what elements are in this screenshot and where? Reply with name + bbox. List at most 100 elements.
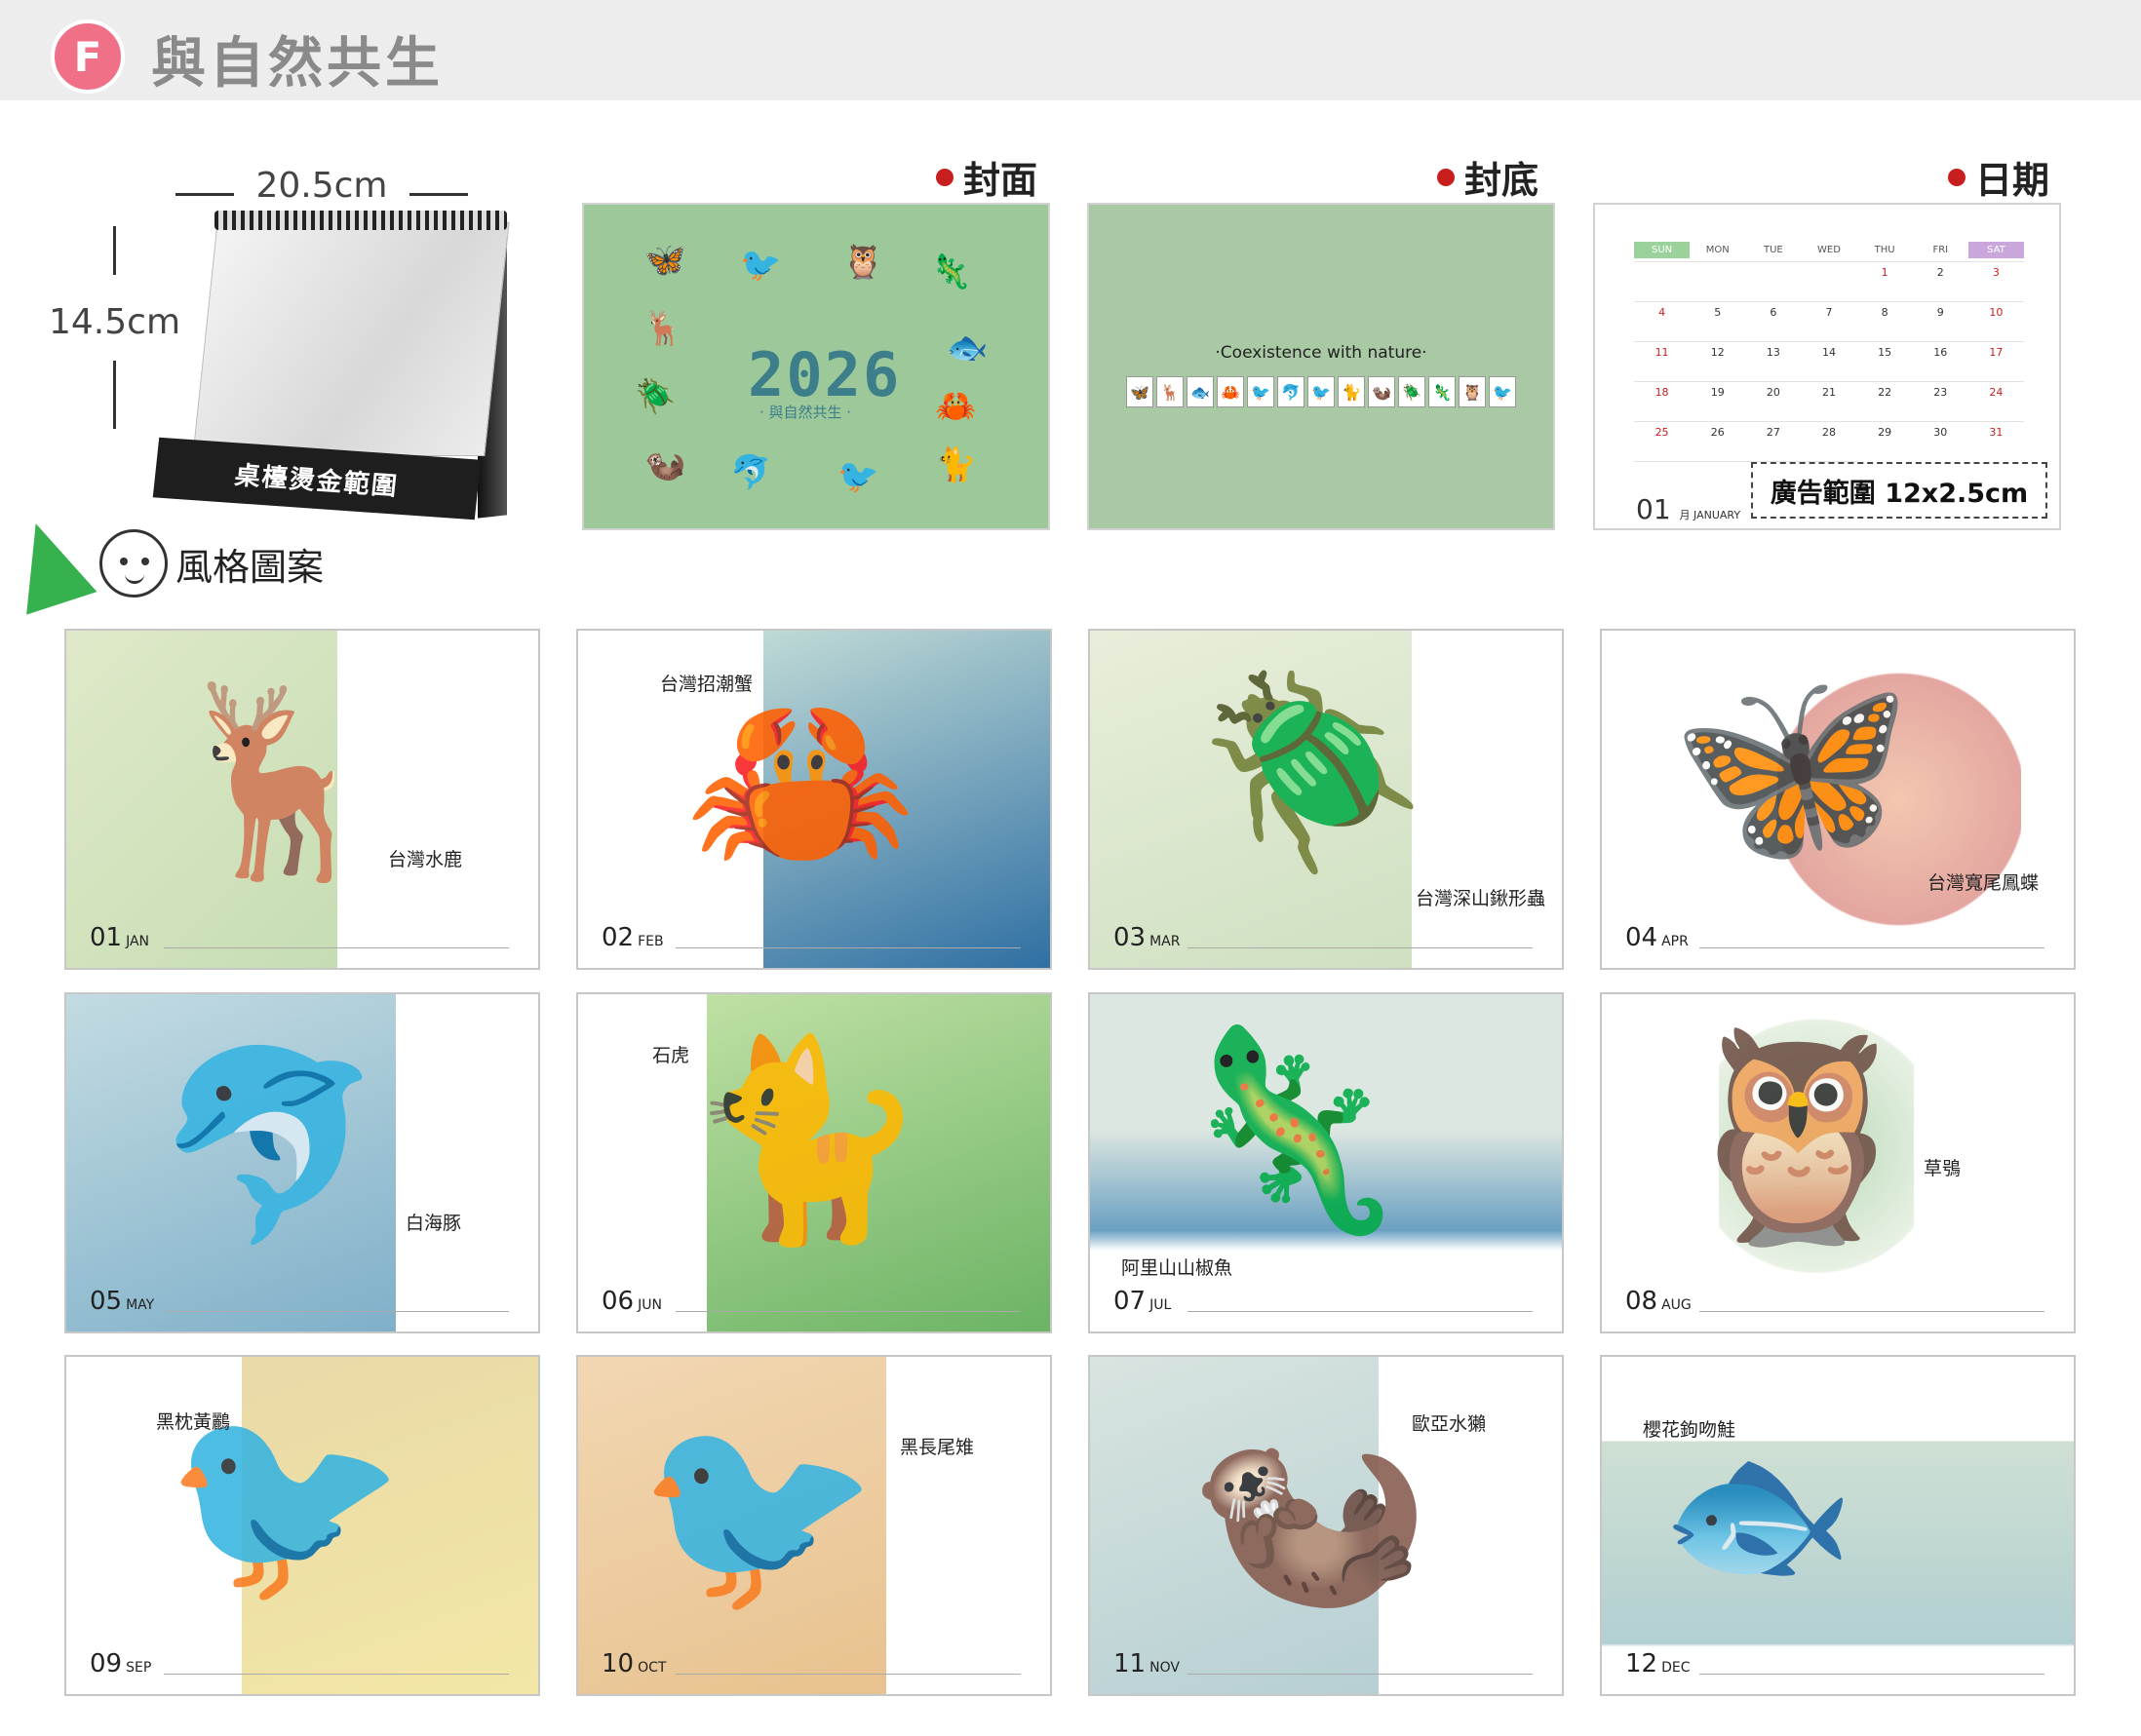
front-cover-label: 封面 — [936, 150, 1037, 204]
dolphin-icon: 🐬 — [154, 1037, 385, 1253]
animal-name: 櫻花鉤吻鮭 — [1643, 1419, 1736, 1441]
back-cover: ·Coexistence with nature· 🦋 🦌 🐟 🦀 🐦 🐬 🐦 … — [1087, 203, 1555, 530]
owl-icon: 🦉 — [842, 243, 884, 282]
weekday-sat: SAT — [1967, 242, 2024, 258]
day-strip — [1699, 927, 2044, 948]
red-dot-icon — [1437, 168, 1455, 186]
month-card-feb: 🦀 台灣招潮蟹 02 FEB — [576, 629, 1052, 970]
date-month-label: 01 月 JANUARY — [1636, 493, 1741, 525]
day-cell: 22 — [1856, 381, 1913, 421]
bird-icon: 🐦 — [1247, 376, 1274, 407]
day-strip — [1187, 927, 1533, 948]
fish-icon: 🐟 — [1187, 376, 1214, 407]
day-cell: 9 — [1912, 301, 1968, 341]
beetle-icon: 🪲 — [635, 377, 677, 416]
page-title: 與自然共生 — [151, 32, 444, 96]
day-cell: 3 — [1967, 261, 2024, 301]
month-label: 09 SEP — [90, 1649, 152, 1678]
animal-strip: 🦋 🦌 🐟 🦀 🐦 🐬 🐦 🐈 🦦 🪲 🦎 🦉 🐦 — [1126, 376, 1516, 407]
day-cell: 18 — [1634, 381, 1691, 421]
month-card-apr: 🦋 台灣寬尾鳳蝶 04 APR — [1600, 629, 2076, 970]
month-card-aug: 🦉 草鴞 08 AUG — [1600, 992, 2076, 1333]
width-dimension: 20.5cm — [175, 166, 468, 206]
otter-icon: 🦦 — [1187, 1399, 1431, 1626]
month-label: 10 OCT — [602, 1649, 667, 1678]
red-dot-icon — [1948, 168, 1966, 186]
animal-name: 歐亞水獺 — [1412, 1413, 1487, 1435]
day-cell: 6 — [1745, 301, 1802, 341]
section-badge: F — [51, 19, 125, 94]
month-card-jun: 🐈 石虎 06 JUN — [576, 992, 1052, 1333]
month-card-mar: 🪲 台灣深山鍬形蟲 03 MAR — [1088, 629, 1564, 970]
day-cell: 28 — [1801, 421, 1857, 461]
animal-name: 台灣招潮蟹 — [660, 674, 754, 695]
month-card-jul: 🦎 阿里山山椒魚 07 JUL — [1088, 992, 1564, 1333]
month-label: 04 APR — [1625, 923, 1689, 952]
pheasant-icon: 🐦 — [1489, 376, 1516, 407]
day-cell: 7 — [1801, 301, 1857, 341]
day-strip — [676, 927, 1021, 948]
month-card-sep: 🐦 黑枕黃鸝 09 SEP — [64, 1355, 540, 1696]
pheasant-icon: 🐦 — [637, 1399, 880, 1626]
month-label: 12 DEC — [1625, 1649, 1691, 1678]
day-cell: 16 — [1912, 341, 1968, 381]
style-section-header: 風格圖案 — [0, 512, 325, 615]
day-cell — [1745, 261, 1802, 301]
day-strip — [164, 927, 509, 948]
day-strip — [164, 1653, 509, 1675]
day-strip — [676, 1291, 1021, 1312]
day-strip — [1699, 1653, 2044, 1675]
front-cover: 🦋 🐦 🦉 🦎 🦌 🐟 🪲 🦀 🦦 🐬 🐦 🐈 2026 · 與自然共生 · — [582, 203, 1050, 530]
day-cell: 23 — [1912, 381, 1968, 421]
header-bar: F 與自然共生 — [0, 0, 2141, 100]
dolphin-icon: 🐬 — [1277, 376, 1304, 407]
dolphin-icon: 🐬 — [730, 453, 772, 492]
leopard-cat-icon: 🐈 — [1338, 376, 1365, 407]
oriole-icon: 🐦 — [1307, 376, 1335, 407]
pheasant-icon: 🐦 — [837, 457, 879, 496]
day-cell: 21 — [1801, 381, 1857, 421]
smiley-face-icon — [99, 529, 168, 598]
day-cell: 29 — [1856, 421, 1913, 461]
day-cell: 27 — [1745, 421, 1802, 461]
day-strip — [1699, 1291, 2044, 1312]
day-strip — [164, 1291, 509, 1312]
day-cell: 19 — [1690, 381, 1746, 421]
day-cell: 1 — [1856, 261, 1913, 301]
salamander-icon: 🦎 — [1428, 376, 1456, 407]
month-label: 06 JUN — [602, 1287, 662, 1316]
day-cell: 8 — [1856, 301, 1913, 341]
salmon-icon: 🐟 — [1660, 1421, 1855, 1603]
day-cell: 11 — [1634, 341, 1691, 381]
day-strip — [1187, 1291, 1533, 1312]
binding-rings — [214, 211, 507, 230]
day-cell: 4 — [1634, 301, 1691, 341]
width-label: 20.5cm — [255, 166, 388, 206]
animal-name: 台灣寬尾鳳蝶 — [1927, 872, 2040, 894]
day-cell: 5 — [1690, 301, 1746, 341]
red-dot-icon — [936, 168, 954, 186]
weekday-wed: WED — [1817, 245, 1841, 255]
date-page-label: 日期 — [1948, 150, 2049, 204]
weekday-tue: TUE — [1763, 245, 1783, 255]
day-cell: 30 — [1912, 421, 1968, 461]
style-title: 風格圖案 — [175, 545, 325, 589]
day-strip — [1187, 1653, 1533, 1675]
month-card-jan: 🦌 台灣水鹿 01 JAN — [64, 629, 540, 970]
day-cell: 13 — [1745, 341, 1802, 381]
oriole-icon: 🐦 — [164, 1389, 408, 1616]
animal-name: 白海豚 — [406, 1213, 462, 1234]
weekday-header: SUN MON TUE WED THU FRI SAT — [1634, 242, 2024, 258]
deer-icon: 🦌 — [642, 309, 684, 348]
beetle-icon: 🪲 — [1398, 376, 1425, 407]
butterfly-icon: 🦋 — [1126, 376, 1153, 407]
salamander-icon: 🦎 — [930, 252, 972, 291]
day-cell: 25 — [1634, 421, 1691, 461]
month-label: 07 JUL — [1113, 1287, 1172, 1316]
date-page: SUN MON TUE WED THU FRI SAT 1 2 3 4 5 6 7 8 9 10 11 12 13 1… — [1593, 203, 2061, 530]
bird-icon: 🐦 — [740, 246, 782, 285]
day-cell — [1801, 261, 1857, 301]
animal-name: 黑枕黃鸝 — [156, 1411, 231, 1433]
back-cover-label: 封底 — [1437, 150, 1538, 204]
month-label: 01 JAN — [90, 923, 150, 952]
